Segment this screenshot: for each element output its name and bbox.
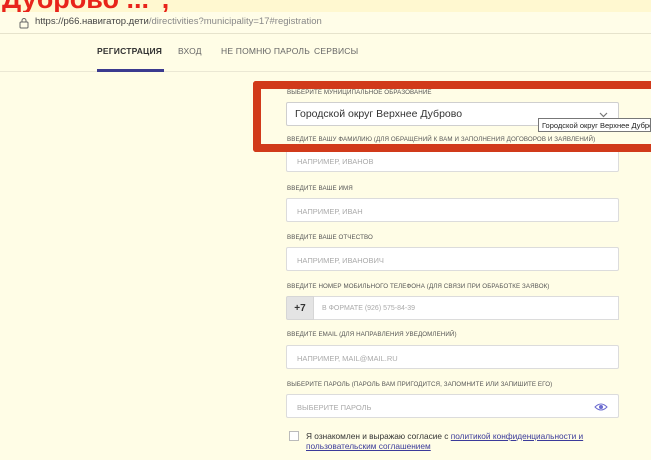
email-input[interactable]: НАПРИМЕР, MAIL@MAIL.RU — [286, 345, 619, 369]
lock-icon — [19, 18, 29, 29]
password-input[interactable]: ВЫБЕРИТЕ ПАРОЛЬ — [286, 394, 619, 418]
patronymic-input[interactable]: НАПРИМЕР, ИВАНОВИЧ — [286, 247, 619, 271]
url-path: /directivities?municipality=17#registrat… — [148, 16, 322, 27]
consent-prefix: Я ознакомлен и выражаю согласие с — [306, 431, 451, 441]
banner-text: Дуброво ...", — [2, 0, 169, 12]
phone-label: ВВЕДИТЕ НОМЕР МОБИЛЬНОГО ТЕЛЕФОНА (ДЛЯ С… — [287, 283, 550, 290]
password-placeholder: ВЫБЕРИТЕ ПАРОЛЬ — [297, 403, 372, 412]
name-label: ВВЕДИТЕ ВАШЕ ИМЯ — [287, 185, 353, 192]
tab-registration[interactable]: РЕГИСТРАЦИЯ — [97, 46, 162, 56]
municipality-tooltip: Городской округ Верхнее Дуброво — [538, 118, 651, 132]
phone-input[interactable]: В ФОРМАТЕ (926) 575-84-39 — [314, 296, 619, 320]
top-banner: Дуброво ...", — [0, 0, 651, 12]
password-label: ВЫБЕРИТЕ ПАРОЛЬ (ПАРОЛЬ ВАМ ПРИГОДИТСЯ, … — [287, 381, 553, 388]
consent-checkbox[interactable] — [289, 431, 299, 441]
name-input[interactable]: НАПРИМЕР, ИВАН — [286, 198, 619, 222]
browser-address-bar[interactable]: https://р66.навигатор.дети/directivities… — [0, 12, 651, 34]
eye-icon[interactable] — [594, 402, 608, 412]
url-text[interactable]: https://р66.навигатор.дети/directivities… — [35, 16, 322, 27]
patronymic-label: ВВЕДИТЕ ВАШЕ ОТЧЕСТВО — [287, 234, 373, 241]
active-tab-indicator — [97, 69, 164, 72]
phone-country-prefix: +7 — [286, 296, 314, 320]
tab-login[interactable]: ВХОД — [178, 46, 202, 56]
url-host: https://р66.навигатор.дети — [35, 16, 149, 27]
red-highlight-annotation — [253, 81, 651, 152]
email-label: ВВЕДИТЕ EMAIL (ДЛЯ НАПРАВЛЕНИЯ УВЕДОМЛЕН… — [287, 331, 457, 338]
consent-text: Я ознакомлен и выражаю согласие с полити… — [306, 431, 626, 451]
